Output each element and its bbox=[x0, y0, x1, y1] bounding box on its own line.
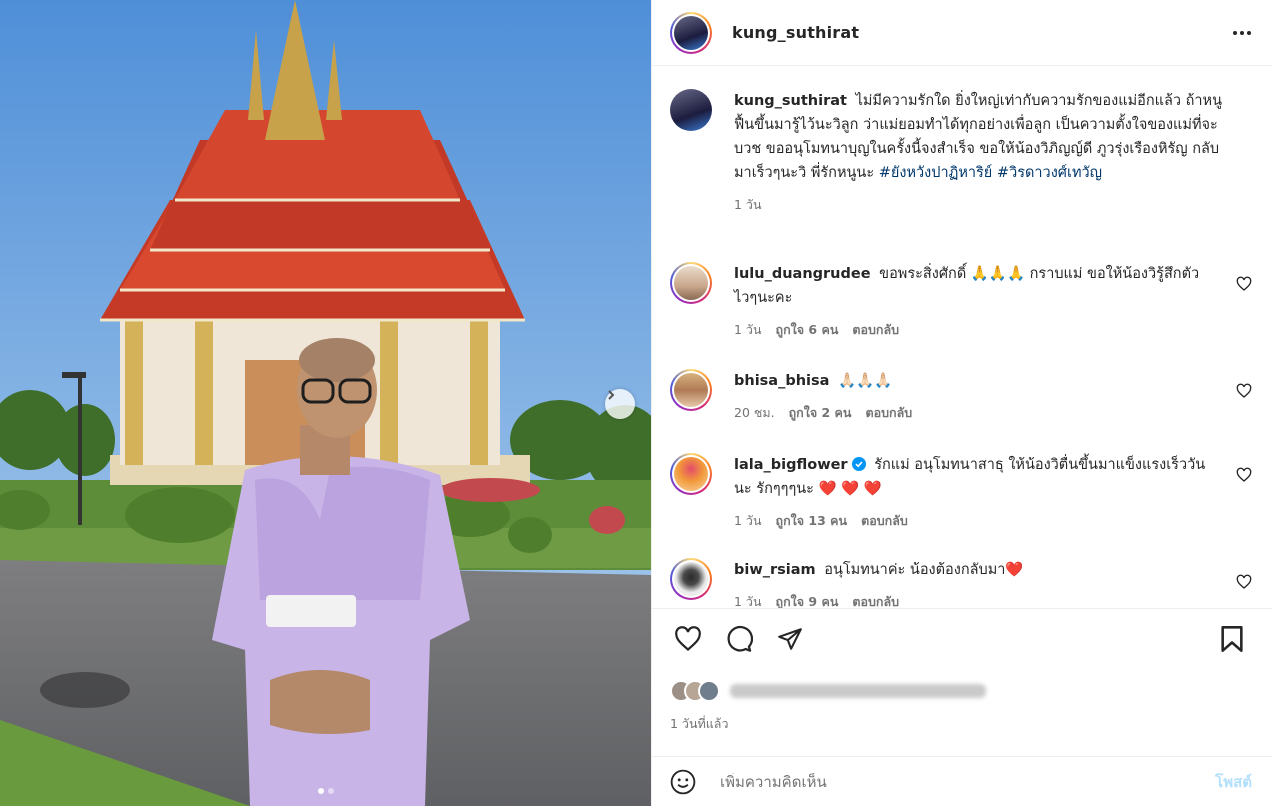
comment-time: 1 วัน bbox=[734, 513, 762, 528]
comment-input[interactable] bbox=[720, 772, 1216, 791]
carousel-dot-active bbox=[317, 788, 324, 794]
caption-avatar[interactable] bbox=[670, 89, 712, 131]
heart-icon bbox=[675, 625, 701, 651]
share-button[interactable] bbox=[770, 619, 810, 659]
post-photo bbox=[0, 0, 651, 806]
post-header: kung_suthirat bbox=[652, 0, 1272, 66]
caption-time: 1 วัน bbox=[734, 197, 762, 212]
post-media[interactable] bbox=[0, 0, 651, 806]
reply-button[interactable]: ตอบกลับ bbox=[852, 318, 899, 342]
comment-time: 20 ชม. bbox=[734, 405, 775, 420]
bookmark-icon bbox=[1221, 625, 1243, 652]
comment-likes-link[interactable]: ถูกใจ 9 คน bbox=[776, 590, 839, 608]
carousel-next-button[interactable] bbox=[605, 389, 635, 419]
verified-badge-icon bbox=[851, 457, 866, 471]
post-timestamp: 1 วันที่แล้ว bbox=[670, 716, 729, 731]
liker-avatar bbox=[698, 680, 720, 702]
reply-button[interactable]: ตอบกลับ bbox=[865, 401, 912, 425]
comment-bubble-icon bbox=[727, 625, 753, 652]
liked-by-text-blurred bbox=[730, 684, 986, 698]
comment-username[interactable]: lala_bigflower bbox=[734, 457, 848, 473]
liked-by-section[interactable] bbox=[670, 680, 986, 702]
commenter-avatar[interactable] bbox=[670, 262, 712, 304]
carousel-indicator bbox=[0, 788, 651, 794]
comment-username[interactable]: biw_rsiam bbox=[734, 562, 816, 578]
reply-button[interactable]: ตอบกลับ bbox=[861, 509, 908, 533]
emoji-button[interactable] bbox=[668, 767, 698, 797]
comment-likes-link[interactable]: ถูกใจ 13 คน bbox=[776, 509, 848, 533]
comment-like-icon[interactable] bbox=[1236, 383, 1252, 399]
commenter-avatar[interactable] bbox=[670, 558, 712, 600]
author-avatar[interactable] bbox=[670, 11, 712, 54]
comment-text: 🙏🏻🙏🏻🙏🏻 bbox=[838, 373, 893, 389]
comment-time: 1 วัน bbox=[734, 594, 762, 608]
comment-item: bhisa_bhisa 🙏🏻🙏🏻🙏🏻 20 ชม. ถูกใจ 2 คน ตอบ… bbox=[670, 369, 1262, 425]
comment-composer: โพสต์ bbox=[652, 756, 1272, 806]
comment-like-icon[interactable] bbox=[1236, 574, 1252, 590]
comment-likes-link[interactable]: ถูกใจ 6 คน bbox=[776, 318, 839, 342]
comment-item: lala_bigflower รักแม่ อนุโมทนาสาธุ ให้น้… bbox=[670, 453, 1262, 533]
chevron-right-icon bbox=[608, 390, 615, 400]
comment-username[interactable]: bhisa_bhisa bbox=[734, 373, 829, 389]
carousel-dot bbox=[327, 788, 334, 794]
hashtag-link[interactable]: #ยังหวังปาฏิหาริย์ bbox=[879, 165, 993, 181]
comment-like-icon[interactable] bbox=[1236, 276, 1252, 292]
comment-like-icon[interactable] bbox=[1236, 467, 1252, 483]
comment-item: lulu_duangrudee ขอพระสิ่งศักดิ์ 🙏🙏🙏 กราบ… bbox=[670, 262, 1262, 342]
comment-button[interactable] bbox=[719, 619, 759, 659]
comment-text: อนุโมทนาค่ะ น้องต้องกลับมา❤️ bbox=[824, 562, 1024, 578]
post-side-panel: kung_suthirat kung_suthirat ไม่มีความรัก… bbox=[651, 0, 1272, 806]
emoji-smiley-icon bbox=[670, 769, 696, 794]
caption: kung_suthirat ไม่มีความรักใด ยิ่งใหญ่เท่… bbox=[670, 89, 1262, 217]
like-button[interactable] bbox=[668, 619, 708, 659]
hashtag-link[interactable]: #วิรดาวงศ์เทวัญ bbox=[997, 165, 1102, 181]
caption-username[interactable]: kung_suthirat bbox=[734, 93, 847, 109]
send-icon bbox=[778, 627, 802, 650]
comment-username[interactable]: lulu_duangrudee bbox=[734, 266, 871, 282]
more-options-button[interactable] bbox=[1230, 21, 1254, 45]
save-button[interactable] bbox=[1212, 619, 1252, 659]
commenter-avatar[interactable] bbox=[670, 369, 712, 411]
comment-item: biw_rsiam อนุโมทนาค่ะ น้องต้องกลับมา❤️ 1… bbox=[670, 558, 1262, 608]
comment-likes-link[interactable]: ถูกใจ 2 คน bbox=[789, 401, 852, 425]
commenter-avatar[interactable] bbox=[670, 453, 712, 495]
author-username[interactable]: kung_suthirat bbox=[732, 23, 859, 42]
more-horizontal-icon bbox=[1233, 30, 1251, 35]
post-action-bar bbox=[652, 608, 1272, 668]
post-comment-button[interactable]: โพสต์ bbox=[1215, 770, 1252, 794]
comments-list[interactable]: kung_suthirat ไม่มีความรักใด ยิ่งใหญ่เท่… bbox=[652, 67, 1272, 608]
reply-button[interactable]: ตอบกลับ bbox=[852, 590, 899, 608]
comment-time: 1 วัน bbox=[734, 322, 762, 337]
